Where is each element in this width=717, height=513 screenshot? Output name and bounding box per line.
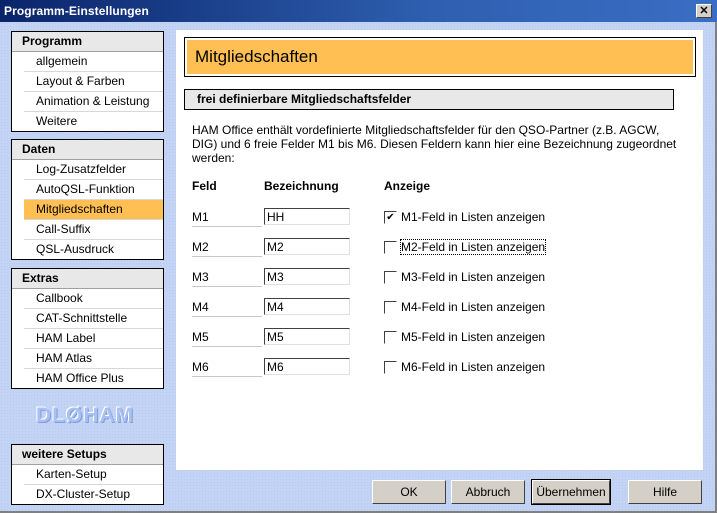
field-label: M5 <box>192 330 262 347</box>
page-title-box: Mitgliedschaften <box>184 37 696 77</box>
show-in-lists-checkbox-m4[interactable] <box>384 301 397 314</box>
section-title: frei definierbare Mitgliedschaftsfelder <box>184 89 674 110</box>
nav-group-header: Extras <box>12 269 163 289</box>
bezeichnung-input-m6[interactable] <box>264 358 350 375</box>
field-row: M4 M4-Feld in Listen anzeigen <box>176 298 703 322</box>
field-row: M5 M5-Feld in Listen anzeigen <box>176 328 703 352</box>
sidebar-item-ham-office-plus[interactable]: HAM Office Plus <box>24 369 163 388</box>
sidebar-item-callbook[interactable]: Callbook <box>24 289 163 309</box>
sidebar-item-allgemein[interactable]: allgemein <box>24 52 163 72</box>
sidebar-item-animation-leistung[interactable]: Animation & Leistung <box>24 92 163 112</box>
sidebar-item-dx-cluster-setup[interactable]: DX-Cluster-Setup <box>24 485 163 504</box>
checkbox-label[interactable]: M4-Feld in Listen anzeigen <box>401 300 545 314</box>
dl0ham-logo: DLØHAM <box>36 404 135 427</box>
nav-group-weitere-setups: weitere Setups Karten-Setup DX-Cluster-S… <box>11 444 164 505</box>
sidebar-item-ham-label[interactable]: HAM Label <box>24 329 163 349</box>
sidebar-item-call-suffix[interactable]: Call-Suffix <box>24 220 163 240</box>
settings-panel: Mitgliedschaften frei definierbare Mitgl… <box>176 30 703 470</box>
field-row: M1 ✔ M1-Feld in Listen anzeigen <box>176 208 703 232</box>
cancel-button[interactable]: Abbruch <box>451 480 525 504</box>
nav-group-extras: Extras Callbook CAT-Schnittstelle HAM La… <box>11 268 164 389</box>
field-label: M2 <box>192 240 262 257</box>
field-label: M4 <box>192 300 262 317</box>
show-in-lists-checkbox-m1[interactable]: ✔ <box>384 211 397 224</box>
sidebar-item-karten-setup[interactable]: Karten-Setup <box>24 465 163 485</box>
sidebar-item-autoqsl-funktion[interactable]: AutoQSL-Funktion <box>24 180 163 200</box>
column-header-anzeige: Anzeige <box>384 179 431 193</box>
show-in-lists-checkbox-m5[interactable] <box>384 331 397 344</box>
sidebar-item-ham-atlas[interactable]: HAM Atlas <box>24 349 163 369</box>
show-in-lists-checkbox-m6[interactable] <box>384 361 397 374</box>
sidebar-item-log-zusatzfelder[interactable]: Log-Zusatzfelder <box>24 160 163 180</box>
title-bar: Programm-Einstellungen ✕ <box>0 0 717 22</box>
close-icon: ✕ <box>699 5 709 17</box>
checkbox-label[interactable]: M5-Feld in Listen anzeigen <box>401 330 545 344</box>
ok-button[interactable]: OK <box>372 480 446 504</box>
bezeichnung-input-m5[interactable] <box>264 328 350 345</box>
field-label: M1 <box>192 210 262 227</box>
sidebar-item-qsl-ausdruck[interactable]: QSL-Ausdruck <box>24 240 163 259</box>
column-header-feld: Feld <box>192 179 217 193</box>
checkbox-label[interactable]: M2-Feld in Listen anzeigen <box>399 239 547 255</box>
column-header-bezeichnung: Bezeichnung <box>264 179 339 193</box>
field-label: M6 <box>192 360 262 377</box>
nav-group-header: Programm <box>12 32 163 52</box>
show-in-lists-checkbox-m2[interactable] <box>384 241 397 254</box>
apply-button[interactable]: Übernehmen <box>531 479 611 505</box>
bezeichnung-input-m4[interactable] <box>264 298 350 315</box>
field-row: M3 M3-Feld in Listen anzeigen <box>176 268 703 292</box>
bezeichnung-input-m3[interactable] <box>264 268 350 285</box>
checkbox-label[interactable]: M1-Feld in Listen anzeigen <box>401 210 545 224</box>
checkbox-label[interactable]: M6-Feld in Listen anzeigen <box>401 360 545 374</box>
description-text: HAM Office enthält vordefinierte Mitglie… <box>192 123 677 165</box>
window-title: Programm-Einstellungen <box>4 4 149 18</box>
nav-group-header: weitere Setups <box>12 445 163 465</box>
field-row: M2 M2-Feld in Listen anzeigen <box>176 238 703 262</box>
close-button[interactable]: ✕ <box>696 4 712 18</box>
field-row: M6 M6-Feld in Listen anzeigen <box>176 358 703 382</box>
sidebar-item-layout-farben[interactable]: Layout & Farben <box>24 72 163 92</box>
field-label: M3 <box>192 270 262 287</box>
sidebar-item-mitgliedschaften[interactable]: Mitgliedschaften <box>24 200 163 220</box>
checkmark-icon: ✔ <box>386 212 395 223</box>
show-in-lists-checkbox-m3[interactable] <box>384 271 397 284</box>
nav-group-header: Daten <box>12 140 163 160</box>
sidebar-item-weitere[interactable]: Weitere <box>24 112 163 131</box>
dialog-client: Programm allgemein Layout & Farben Anima… <box>0 22 717 513</box>
help-button[interactable]: Hilfe <box>628 480 702 504</box>
bezeichnung-input-m2[interactable] <box>264 238 350 255</box>
checkbox-label[interactable]: M3-Feld in Listen anzeigen <box>401 270 545 284</box>
bezeichnung-input-m1[interactable] <box>264 208 350 225</box>
nav-group-programm: Programm allgemein Layout & Farben Anima… <box>11 31 164 132</box>
sidebar-item-cat-schnittstelle[interactable]: CAT-Schnittstelle <box>24 309 163 329</box>
page-title: Mitgliedschaften <box>187 40 693 74</box>
nav-group-daten: Daten Log-Zusatzfelder AutoQSL-Funktion … <box>11 139 164 260</box>
